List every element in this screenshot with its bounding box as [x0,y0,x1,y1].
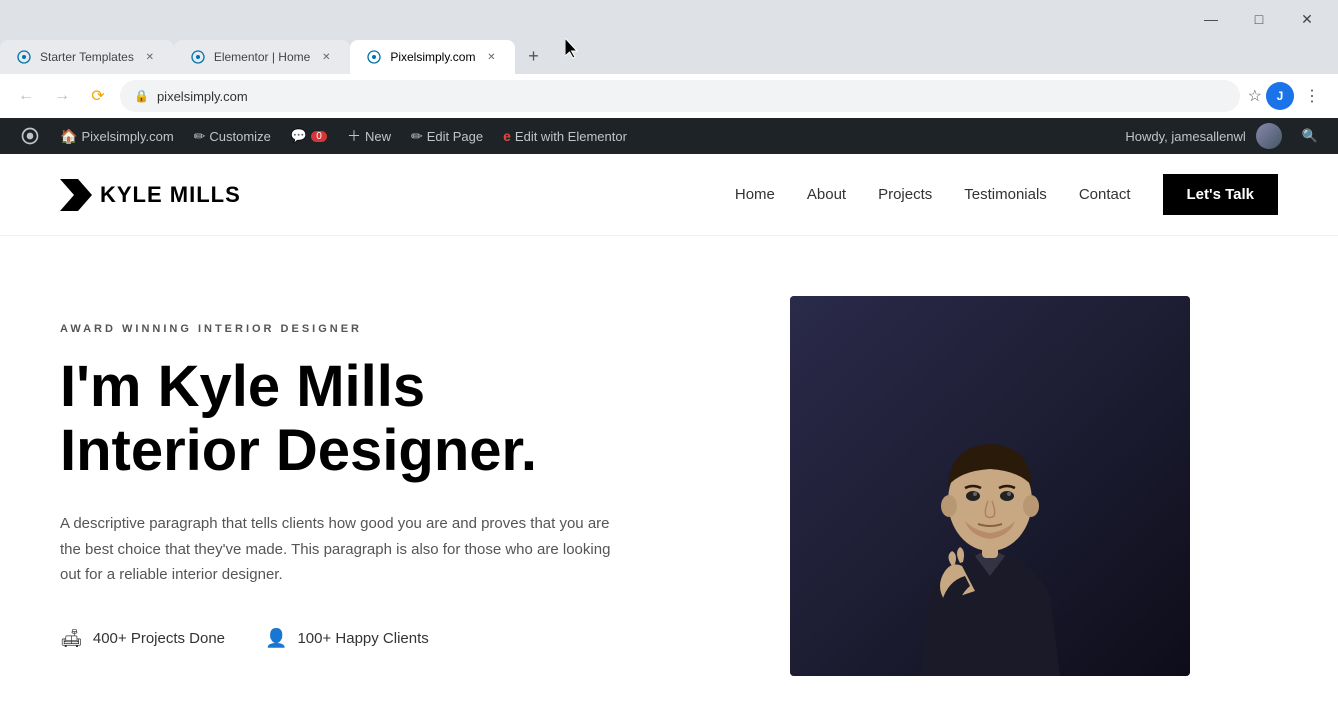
stat-clients-text: 100+ Happy Clients [297,630,428,647]
admin-site-name[interactable]: 🏠 Pixelsimply.com [52,118,182,154]
tab-bar: Starter Templates ✕ Elementor | Home ✕ P… [0,34,1338,74]
logo-k-icon [60,179,92,211]
admin-comments[interactable]: 💬 0 [283,118,335,154]
admin-new[interactable]: ＋ New [339,118,399,154]
hero-stats: 🛋 400+ Projects Done 👤 100+ Happy Client… [60,628,730,649]
stat-projects-text: 400+ Projects Done [93,630,225,647]
admin-bar-right: Howdy, jamesallenwl 🔍 [1117,118,1326,154]
tab-close-pixelsimply[interactable]: ✕ [483,49,499,65]
stat-clients: 👤 100+ Happy Clients [265,628,429,649]
hero-image [790,296,1190,676]
address-input[interactable]: 🔒 pixelsimply.com [120,80,1240,112]
tab-title-pixelsimply: Pixelsimply.com [390,50,475,64]
close-button[interactable]: ✕ [1284,4,1330,34]
admin-customize[interactable]: ✏ Customize [186,118,279,154]
comment-icon: 💬 [291,128,307,144]
tab-close-elementor[interactable]: ✕ [318,49,334,65]
projects-icon: 🛋 [60,628,83,649]
site-logo[interactable]: KYLE MILLS [60,179,241,211]
edit-page-icon: ✏ [411,128,423,145]
back-button[interactable]: ← [12,82,40,110]
tab-close-starter[interactable]: ✕ [142,49,158,65]
hero-title-line1: I'm Kyle Mills [60,354,425,419]
nav-contact[interactable]: Contact [1079,186,1131,203]
hero-title: I'm Kyle Mills Interior Designer. [60,355,730,483]
tab-title-starter: Starter Templates [40,50,134,64]
customize-icon: ✏ [194,128,206,145]
wp-admin-bar: 🏠 Pixelsimply.com ✏ Customize 💬 0 ＋ New … [0,118,1338,154]
admin-search[interactable]: 🔍 [1294,118,1326,154]
address-bar: ← → ⟳ 🔒 pixelsimply.com ☆ J ⋮ [0,74,1338,118]
hero-section: AWARD WINNING INTERIOR DESIGNER I'm Kyle… [0,236,1338,716]
wordpress-favicon-1 [16,49,32,65]
profile-avatar[interactable]: J [1266,82,1294,110]
site-header: KYLE MILLS Home About Projects Testimoni… [0,154,1338,236]
clients-icon: 👤 [265,628,287,649]
hero-description: A descriptive paragraph that tells clien… [60,511,620,588]
home-icon: 🏠 [60,128,77,145]
new-tab-button[interactable]: + [519,42,547,70]
tab-starter-templates[interactable]: Starter Templates ✕ [0,40,174,74]
nav-about[interactable]: About [807,186,846,203]
admin-edit-page[interactable]: ✏ Edit Page [403,118,491,154]
admin-howdy[interactable]: Howdy, jamesallenwl [1117,118,1289,154]
elementor-icon: e [503,128,511,144]
forward-button[interactable]: → [48,82,76,110]
hero-content: AWARD WINNING INTERIOR DESIGNER I'm Kyle… [60,323,730,648]
hero-subtitle: AWARD WINNING INTERIOR DESIGNER [60,323,730,335]
nav-projects[interactable]: Projects [878,186,932,203]
lock-icon: 🔒 [134,89,149,103]
tab-pixelsimply[interactable]: Pixelsimply.com ✕ [350,40,515,74]
search-icon: 🔍 [1302,128,1318,144]
admin-edit-elementor[interactable]: e Edit with Elementor [495,118,635,154]
nav-home[interactable]: Home [735,186,775,203]
url-text: pixelsimply.com [157,89,1226,104]
site-navigation: Home About Projects Testimonials Contact… [735,174,1278,215]
tab-title-elementor: Elementor | Home [214,50,311,64]
nav-testimonials[interactable]: Testimonials [964,186,1047,203]
wordpress-favicon-3 [366,49,382,65]
person-figure [790,296,1190,676]
new-icon: ＋ [347,126,361,146]
cta-button[interactable]: Let's Talk [1163,174,1278,215]
bookmark-icon[interactable]: ☆ [1248,86,1262,106]
wp-logo-icon [20,126,40,146]
maximize-button[interactable]: □ [1236,4,1282,34]
wp-logo-link[interactable] [12,118,48,154]
user-avatar [1256,123,1282,149]
hero-title-line2: Interior Designer. [60,418,537,483]
settings-icon[interactable]: ⋮ [1298,82,1326,110]
window-controls: — □ ✕ [0,0,1338,34]
website-content: KYLE MILLS Home About Projects Testimoni… [0,154,1338,716]
stat-projects: 🛋 400+ Projects Done [60,628,225,649]
minimize-button[interactable]: — [1188,4,1234,34]
wordpress-favicon-2 [190,49,206,65]
comments-count: 0 [311,131,327,142]
reload-button[interactable]: ⟳ [84,82,112,110]
address-bar-actions: ☆ J ⋮ [1248,82,1326,110]
tab-elementor[interactable]: Elementor | Home ✕ [174,40,351,74]
